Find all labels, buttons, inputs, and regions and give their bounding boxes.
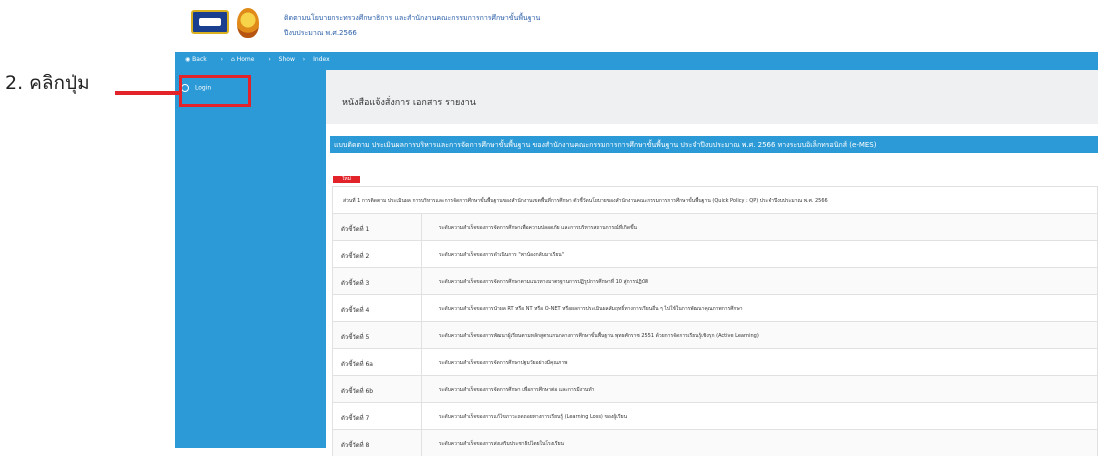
obec-logo[interactable] <box>191 10 229 34</box>
indicator-id-cell: ตัวชี้วัดที่ 8 <box>333 430 422 456</box>
indicator-id-cell: ตัวชี้วัดที่ 6b <box>333 376 422 402</box>
show-link[interactable]: Show <box>279 56 295 63</box>
indicator-id: ตัวชี้วัดที่ 4 <box>341 307 370 314</box>
table-row[interactable]: ตัวชี้วัดที่ 1 ระดับความสำเร็จของการจัดกา… <box>332 213 1098 240</box>
indicator-text[interactable]: ระดับความสำเร็จของการนำผล RT หรือ NT หรื… <box>439 305 743 313</box>
back-link[interactable]: ◉ Back <box>185 56 213 63</box>
indicator-id-cell: ตัวชี้วัดที่ 3 <box>333 268 422 294</box>
intro-text: ส่วนที่ 1 การติดตาม ประเมินผล การบริหารแ… <box>343 198 828 204</box>
breadcrumb-separator: › <box>220 56 224 63</box>
indicator-text[interactable]: ระดับความสำเร็จของการส่งเสริมประชาธิปไตย… <box>439 440 564 448</box>
indicator-id: ตัวชี้วัดที่ 5 <box>341 334 370 341</box>
site-subtitle: ปีงบประมาณ พ.ศ.2566 <box>284 29 357 37</box>
breadcrumb-separator: › <box>268 56 271 63</box>
page-title: หนังสือแจ้งสั่งการ เอกสาร รายงาน <box>342 98 476 108</box>
indicator-id: ตัวชี้วัดที่ 2 <box>341 253 370 260</box>
indicator-id-cell: ตัวชี้วัดที่ 4 <box>333 295 422 321</box>
page-header: หนังสือแจ้งสั่งการ เอกสาร รายงาน <box>326 70 1098 124</box>
table-row[interactable]: ตัวชี้วัดที่ 4 ระดับความสำเร็จของการนำผล … <box>332 294 1098 321</box>
table-row[interactable]: ตัวชี้วัดที่ 3 ระดับความสำเร็จของการจัดกา… <box>332 267 1098 294</box>
table-row[interactable]: ตัวชี้วัดที่ 8 ระดับความสำเร็จของการส่งเส… <box>332 429 1098 456</box>
table-row[interactable]: ตัวชี้วัดที่ 6a ระดับความสำเร็จของการจัดก… <box>332 348 1098 375</box>
table-row[interactable]: ตัวชี้วัดที่ 2 ระดับความสำเร็จของการดำเนิ… <box>332 240 1098 267</box>
instruction-label: 2. คลิกปุ่ม <box>5 72 90 94</box>
indicator-text[interactable]: ระดับความสำเร็จของการจัดการศึกษาเพื่อควา… <box>439 224 637 232</box>
indicator-id: ตัวชี้วัดที่ 8 <box>341 442 370 449</box>
indicator-id-cell: ตัวชี้วัดที่ 5 <box>333 322 422 348</box>
table-intro-row: ส่วนที่ 1 การติดตาม ประเมินผล การบริหารแ… <box>332 186 1098 213</box>
indicator-id-cell: ตัวชี้วัดที่ 7 <box>333 403 422 429</box>
banner-title: แบบติดตาม ประเมินผลการบริหารและการจัดการ… <box>334 141 877 149</box>
indicator-text[interactable]: ระดับความสำเร็จของการจัดการศึกษาตามแนวทา… <box>439 278 648 286</box>
indicator-id: ตัวชี้วัดที่ 1 <box>341 226 370 233</box>
pointer-line <box>115 91 181 95</box>
indicator-id: ตัวชี้วัดที่ 7 <box>341 415 370 422</box>
site-title: ติดตามนโยบายกระทรวงศึกษาธิการ และสำนักงา… <box>284 14 541 22</box>
table-row[interactable]: ตัวชี้วัดที่ 5 ระดับความสำเร็จของการพัฒนา… <box>332 321 1098 348</box>
breadcrumb-separator: › <box>302 56 306 63</box>
table-row[interactable]: ตัวชี้วัดที่ 6b ระดับความสำเร็จของการจัดก… <box>332 375 1098 402</box>
index-link[interactable]: Index <box>313 56 330 63</box>
indicator-id: ตัวชี้วัดที่ 6a <box>341 361 373 368</box>
indicator-id: ตัวชี้วัดที่ 6b <box>341 388 374 395</box>
indicator-text[interactable]: ระดับความสำเร็จของการจัดการศึกษา เพื่อกา… <box>439 386 594 394</box>
breadcrumb: ◉ Back › ⌂ Home › Show › Index <box>185 56 336 63</box>
top-navbar: ◉ Back › ⌂ Home › Show › Index <box>175 52 1098 70</box>
indicator-text[interactable]: ระดับความสำเร็จของการพัฒนาผู้เรียนตามหลั… <box>439 332 759 340</box>
indicator-text[interactable]: ระดับความสำเร็จของการแก้ไขภาวะถดถอยทางกา… <box>439 413 627 421</box>
home-link[interactable]: ⌂ Home <box>231 56 260 63</box>
indicator-table: ส่วนที่ 1 การติดตาม ประเมินผล การบริหารแ… <box>332 186 1098 456</box>
section-banner[interactable]: แบบติดตาม ประเมินผลการบริหารและการจัดการ… <box>330 136 1098 153</box>
ministry-emblem-icon <box>237 8 259 38</box>
indicator-id-cell: ตัวชี้วัดที่ 6a <box>333 349 422 375</box>
indicator-text[interactable]: ระดับความสำเร็จของการจัดการศึกษาปฐมวัยอย… <box>439 359 567 367</box>
indicator-id-cell: ตัวชี้วัดที่ 2 <box>333 241 422 267</box>
new-badge: ใหม่ <box>333 176 360 183</box>
indicator-text[interactable]: ระดับความสำเร็จของการดำเนินการ "พาน้องกล… <box>439 251 564 259</box>
table-row[interactable]: ตัวชี้วัดที่ 7 ระดับความสำเร็จของการแก้ไข… <box>332 402 1098 429</box>
new-badge-label: ใหม่ <box>341 176 352 182</box>
sidebar: Login <box>175 70 326 448</box>
indicator-id: ตัวชี้วัดที่ 3 <box>341 280 370 287</box>
highlight-box <box>179 75 251 107</box>
indicator-id-cell: ตัวชี้วัดที่ 1 <box>333 214 422 240</box>
